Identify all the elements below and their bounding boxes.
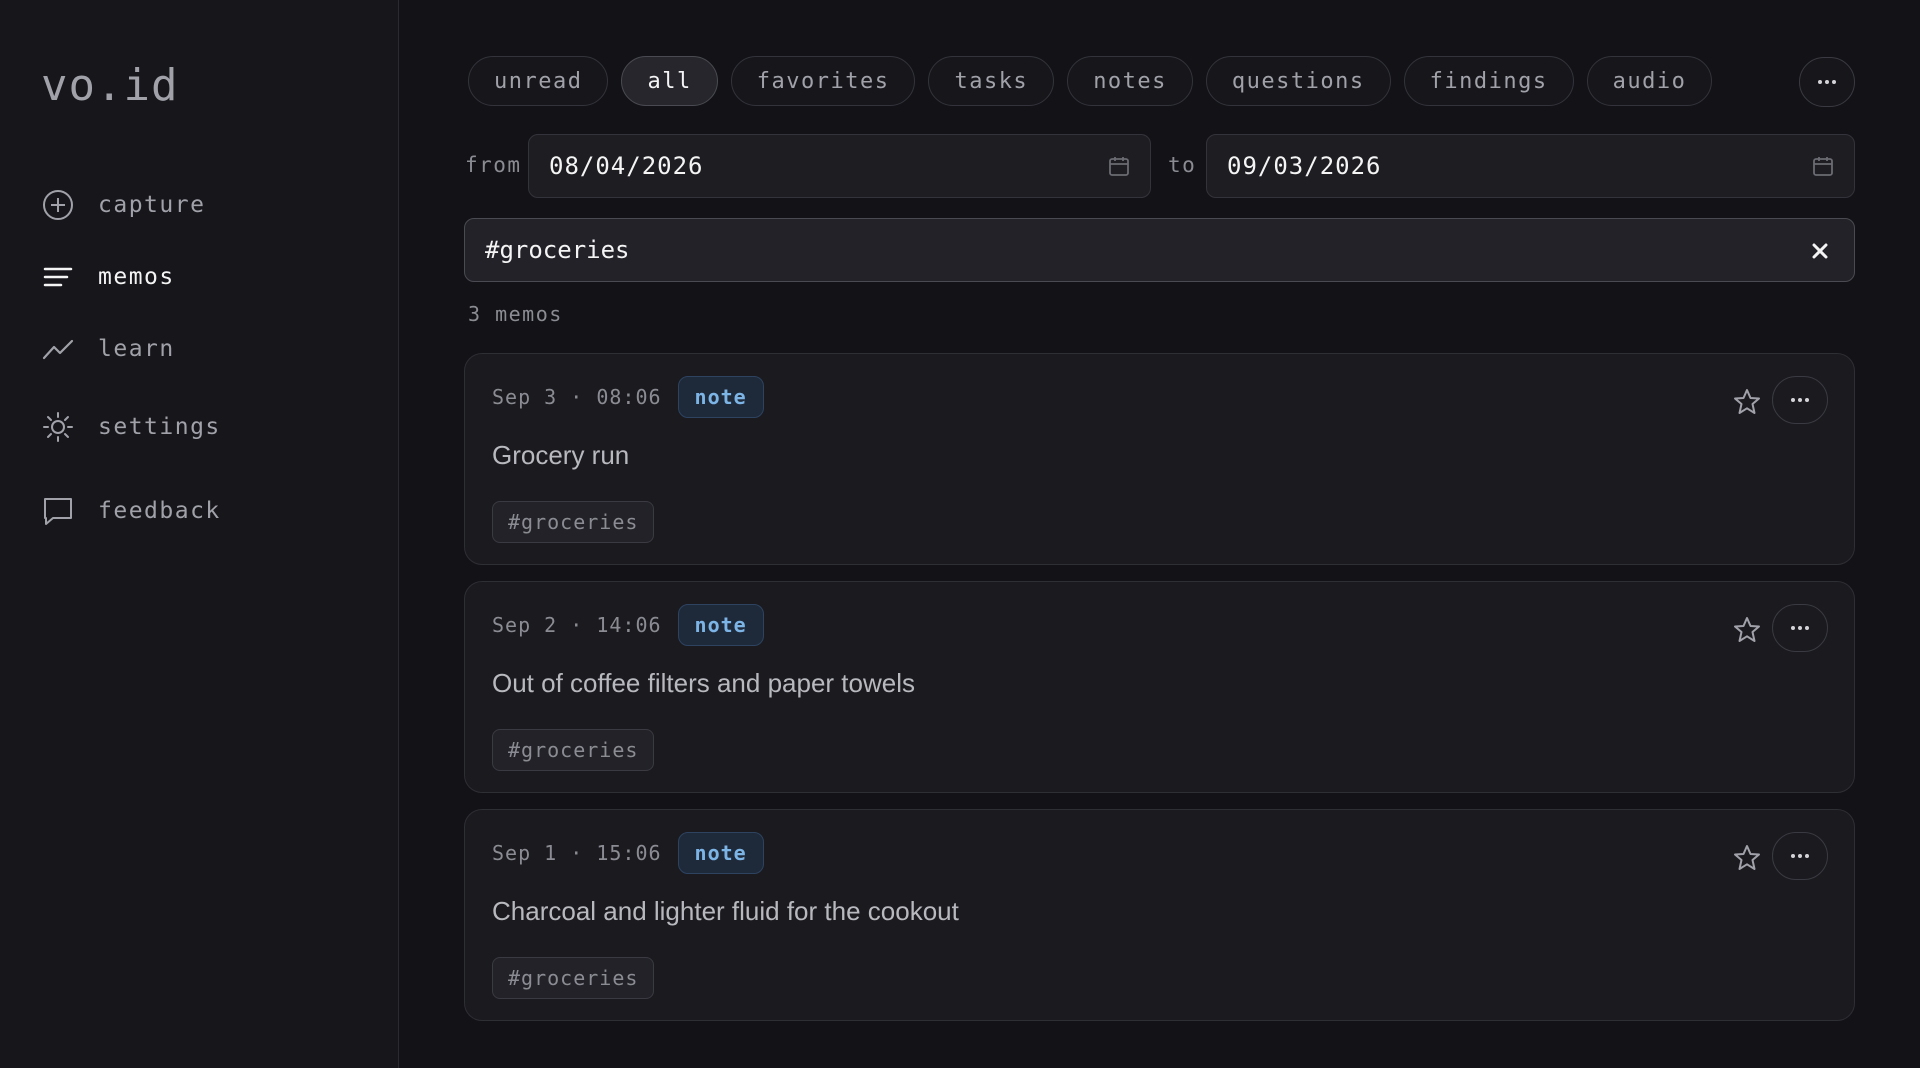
memo-type-badge: note	[677, 604, 764, 646]
memo-title: Out of coffee filters and paper towels	[492, 668, 915, 698]
sidebar-item-label: capture	[98, 192, 206, 218]
tab-questions[interactable]: questions	[1205, 56, 1391, 106]
lines-icon	[43, 267, 73, 287]
memo-more-button[interactable]	[1772, 604, 1828, 652]
memo-type-badge: note	[677, 376, 764, 418]
sidebar-item-capture[interactable]: capture	[41, 183, 361, 227]
memo-card[interactable]: Sep 1 · 15:06 note Charcoal and lighter …	[464, 809, 1855, 1021]
memo-timestamp: Sep 1 · 15:06	[492, 841, 662, 865]
sidebar-item-feedback[interactable]: feedback	[41, 489, 361, 533]
ellipsis-icon	[1791, 398, 1809, 402]
search-input[interactable]: #groceries	[464, 218, 1855, 282]
sidebar-item-label: learn	[98, 336, 175, 362]
filters-more-button[interactable]	[1799, 57, 1855, 107]
tab-audio[interactable]: audio	[1586, 56, 1713, 106]
star-icon[interactable]	[1732, 387, 1762, 417]
trend-icon	[42, 339, 74, 360]
memo-more-button[interactable]	[1772, 376, 1828, 424]
memo-card[interactable]: Sep 2 · 14:06 note Out of coffee filters…	[464, 581, 1855, 793]
plus-circle-icon	[43, 190, 73, 220]
tab-tasks[interactable]: tasks	[928, 56, 1055, 106]
memo-tag[interactable]: #groceries	[492, 957, 655, 999]
close-icon[interactable]	[1810, 241, 1830, 261]
filter-tabs: unread all favorites tasks notes questio…	[468, 56, 1713, 106]
to-date-value: 09/03/2026	[1227, 152, 1382, 180]
memo-title: Grocery run	[492, 440, 630, 470]
tab-favorites[interactable]: favorites	[730, 56, 916, 106]
from-label: from	[465, 153, 522, 177]
ellipsis-icon	[1818, 80, 1836, 84]
sidebar-item-label: feedback	[98, 498, 221, 524]
memo-timestamp: Sep 3 · 08:06	[492, 385, 662, 409]
memo-type-badge: note	[677, 832, 764, 874]
sidebar-item-label: settings	[98, 414, 221, 440]
sidebar-item-memos[interactable]: memos	[41, 255, 361, 299]
memo-tag[interactable]: #groceries	[492, 729, 655, 771]
from-date-input[interactable]: 08/04/2026	[528, 134, 1151, 198]
sun-icon	[43, 412, 73, 442]
ellipsis-icon	[1791, 854, 1809, 858]
sidebar-item-settings[interactable]: settings	[41, 405, 361, 449]
main-content: unread all favorites tasks notes questio…	[400, 0, 1920, 1068]
to-date-input[interactable]: 09/03/2026	[1206, 134, 1855, 198]
app-logo: vo.id	[41, 60, 179, 111]
ellipsis-icon	[1791, 626, 1809, 630]
memo-more-button[interactable]	[1772, 832, 1828, 880]
search-query: #groceries	[485, 236, 630, 264]
chat-icon	[44, 498, 72, 525]
sidebar-item-label: memos	[98, 264, 175, 290]
calendar-icon[interactable]	[1108, 155, 1130, 177]
results-count: 3 memos	[468, 302, 563, 326]
memo-timestamp: Sep 2 · 14:06	[492, 613, 662, 637]
tab-all[interactable]: all	[621, 56, 718, 106]
to-label: to	[1168, 153, 1197, 177]
memo-tag[interactable]: #groceries	[492, 501, 655, 543]
memo-card[interactable]: Sep 3 · 08:06 note Grocery run #grocerie…	[464, 353, 1855, 565]
from-date-value: 08/04/2026	[549, 152, 704, 180]
tab-unread[interactable]: unread	[468, 56, 609, 106]
sidebar-item-learn[interactable]: learn	[41, 327, 361, 371]
star-icon[interactable]	[1732, 843, 1762, 873]
tab-notes[interactable]: notes	[1067, 56, 1193, 106]
calendar-icon[interactable]	[1812, 155, 1834, 177]
sidebar: vo.id capture memos learn settings feedb…	[0, 0, 399, 1068]
memo-title: Charcoal and lighter fluid for the cooko…	[492, 896, 959, 926]
tab-findings[interactable]: findings	[1403, 56, 1574, 106]
star-icon[interactable]	[1732, 615, 1762, 645]
